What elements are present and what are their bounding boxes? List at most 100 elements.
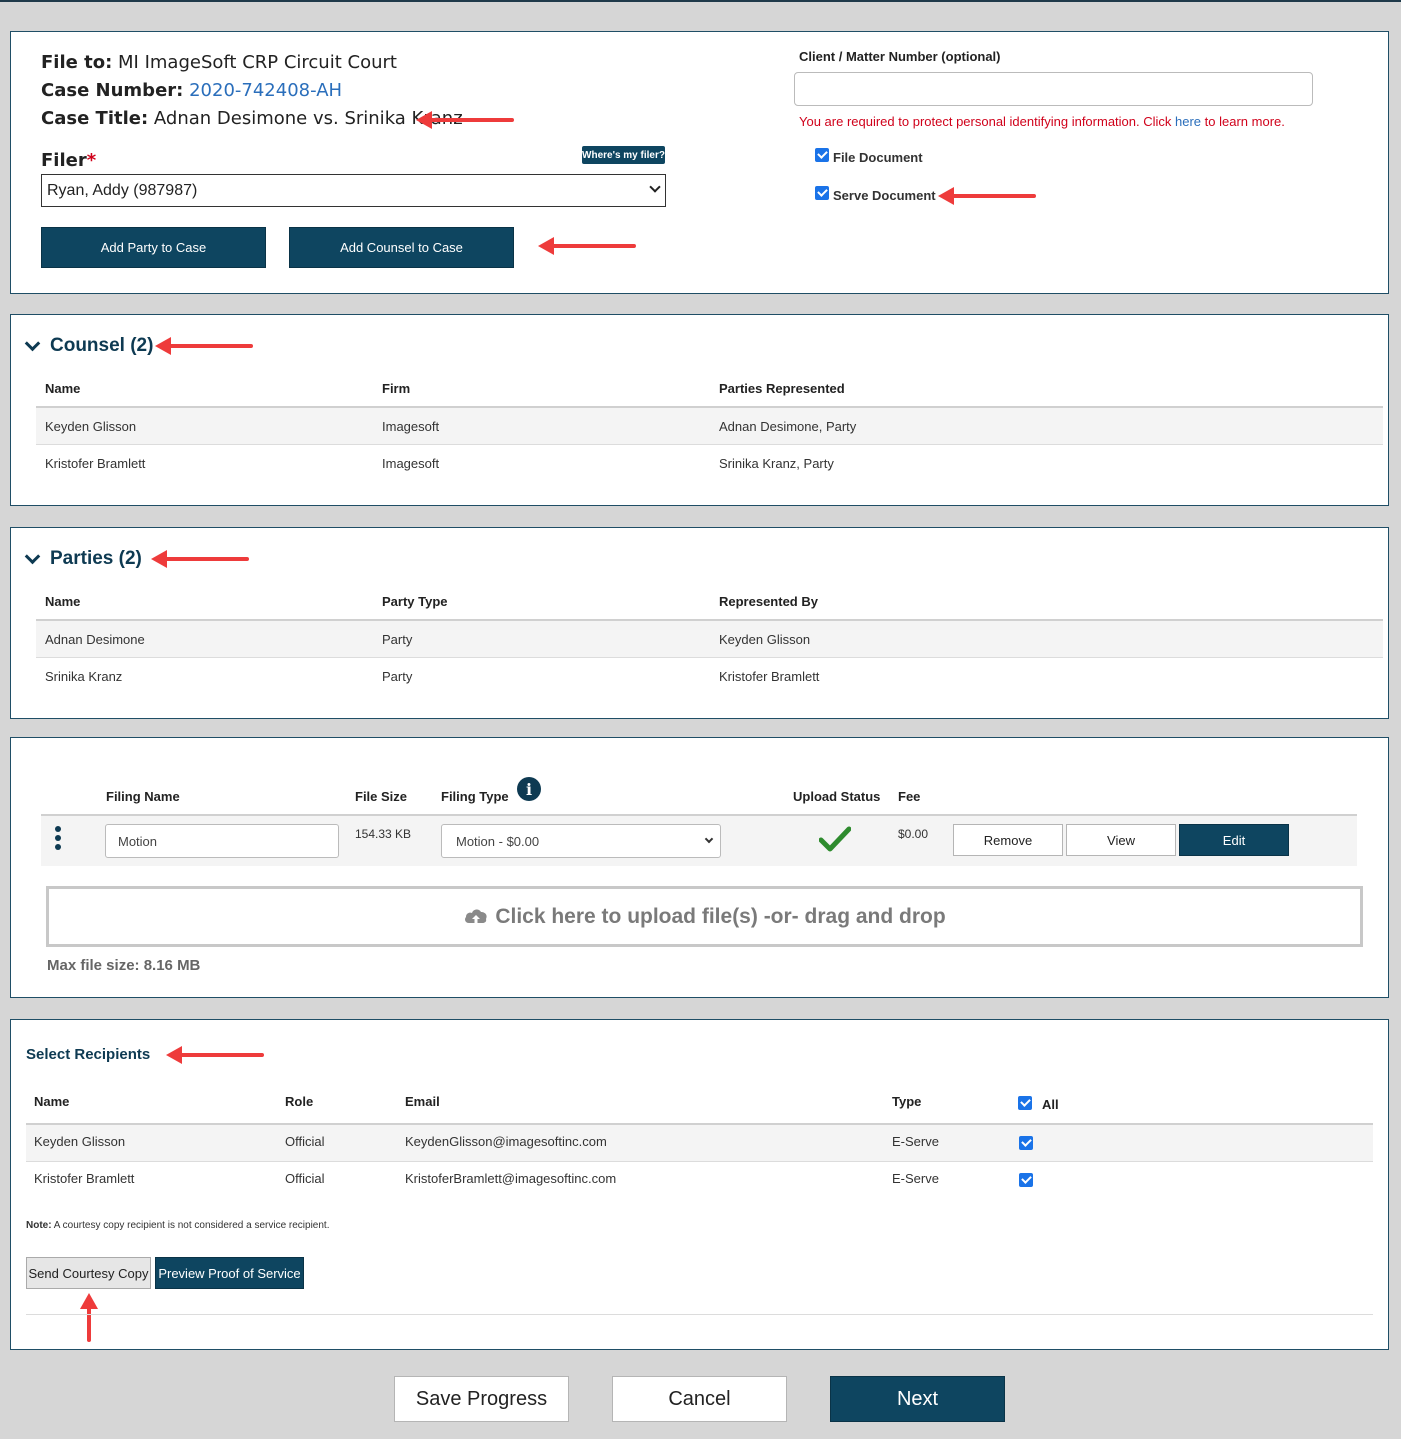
- select-all-checkbox[interactable]: [1018, 1096, 1032, 1110]
- table-row: [36, 621, 1383, 657]
- fee-value: $0.00: [898, 827, 929, 841]
- recipient-1-name: Keyden Glisson: [34, 1134, 126, 1149]
- parties-header-name: Name: [45, 594, 81, 609]
- note-label: Note:: [26, 1220, 52, 1231]
- file-to-label: File to:: [41, 52, 113, 73]
- case-title-label: Case Title:: [41, 108, 149, 129]
- counsel-title: Counsel (2): [50, 335, 154, 356]
- filer-select[interactable]: Ryan, Addy (987987): [41, 174, 666, 207]
- case-info-panel: File to: MI ImageSoft CRP Circuit Court …: [10, 31, 1389, 294]
- counsel-row-2-name: Kristofer Bramlett: [45, 456, 146, 471]
- pii-notice-pre: You are required to protect personal ide…: [799, 114, 1176, 129]
- filing-name-value: Motion: [118, 833, 158, 849]
- parties-row-2-type: Party: [382, 669, 413, 684]
- recipients-header-name: Name: [34, 1094, 70, 1109]
- courtesy-note: Note: A courtesy copy recipient is not c…: [26, 1220, 329, 1231]
- wheres-my-filer-button[interactable]: Where's my filer?: [582, 146, 665, 164]
- send-courtesy-copy-button[interactable]: Send Courtesy Copy: [26, 1257, 151, 1289]
- edit-button[interactable]: Edit: [1179, 824, 1289, 856]
- upload-prompt-text: Click here to upload file(s) -or- drag a…: [495, 904, 946, 928]
- divider: [26, 1314, 1373, 1315]
- serve-document-checkbox[interactable]: [815, 186, 829, 200]
- chevron-down-icon: [649, 181, 661, 193]
- chevron-down-icon: [24, 548, 41, 564]
- counsel-row-1-name: Keyden Glisson: [45, 419, 137, 434]
- client-matter-input[interactable]: [794, 72, 1313, 106]
- pii-notice: You are required to protect personal ide…: [799, 114, 1285, 129]
- chevron-down-icon: [704, 834, 714, 844]
- filer-select-value: Ryan, Addy (987987): [47, 181, 198, 199]
- counsel-row-2-parties: Srinika Kranz, Party: [719, 456, 834, 471]
- required-asterisk: *: [86, 150, 97, 171]
- recipients-header-type: Type: [892, 1094, 922, 1109]
- checkmark-icon: [819, 826, 851, 852]
- recipient-1-type: E-Serve: [892, 1134, 939, 1149]
- parties-row-1-represented: Keyden Glisson: [719, 632, 811, 647]
- parties-section-header[interactable]: Parties (2): [24, 548, 142, 570]
- preview-proof-button[interactable]: Preview Proof of Service: [155, 1257, 304, 1289]
- recipient-2-type: E-Serve: [892, 1171, 939, 1186]
- filing-type-select[interactable]: Motion - $0.00: [441, 824, 721, 858]
- serve-document-label: Serve Document: [833, 188, 936, 203]
- drag-handle-icon[interactable]: [55, 826, 61, 854]
- filer-label-text: Filer: [41, 150, 87, 171]
- fee-header: Fee: [898, 789, 921, 804]
- view-button[interactable]: View: [1066, 824, 1176, 856]
- case-number-line: Case Number: 2020-742408-AH: [41, 80, 342, 101]
- annotation-arrow-courtesy-copy: [80, 1293, 98, 1342]
- parties-panel: Parties (2) Name Party Type Represented …: [10, 527, 1389, 719]
- recipients-header-email: Email: [405, 1094, 440, 1109]
- case-title-line: Case Title: Adnan Desimone vs. Srinika K…: [41, 108, 463, 129]
- cancel-button[interactable]: Cancel: [612, 1376, 787, 1422]
- annotation-arrow-case-title: [416, 111, 514, 129]
- file-document-label: File Document: [833, 150, 923, 165]
- pii-here-link[interactable]: here: [1175, 114, 1201, 129]
- parties-row-1-type: Party: [382, 632, 413, 647]
- parties-row-2-represented: Kristofer Bramlett: [719, 669, 820, 684]
- recipients-title: Select Recipients: [26, 1046, 151, 1063]
- counsel-section-header[interactable]: Counsel (2): [24, 335, 154, 357]
- table-row: [36, 408, 1383, 444]
- recipients-header-role: Role: [285, 1094, 314, 1109]
- recipient-2-checkbox[interactable]: [1019, 1173, 1033, 1187]
- pii-notice-post: to learn more.: [1201, 114, 1285, 129]
- remove-button[interactable]: Remove: [953, 824, 1063, 856]
- add-counsel-button[interactable]: Add Counsel to Case: [289, 227, 514, 268]
- counsel-panel: Counsel (2) Name Firm Parties Represente…: [10, 314, 1389, 506]
- case-number-link[interactable]: 2020-742408-AH: [189, 80, 342, 101]
- divider: [26, 1161, 1373, 1162]
- filing-type-header: Filing Type: [441, 789, 509, 804]
- filing-name-header: Filing Name: [106, 789, 180, 804]
- counsel-header-firm: Firm: [382, 381, 411, 396]
- info-icon[interactable]: i: [517, 777, 541, 801]
- add-party-button[interactable]: Add Party to Case: [41, 227, 266, 268]
- annotation-arrow-recipients: [166, 1046, 264, 1064]
- max-file-size: Max file size: 8.16 MB: [47, 957, 201, 974]
- recipients-panel: Select Recipients Name Role Email Type A…: [10, 1019, 1389, 1350]
- recipient-1-checkbox[interactable]: [1019, 1136, 1033, 1150]
- parties-row-1-name: Adnan Desimone: [45, 632, 145, 647]
- chevron-down-icon: [24, 335, 41, 351]
- file-size-header: File Size: [355, 789, 408, 804]
- client-matter-label: Client / Matter Number (optional): [799, 49, 1001, 64]
- annotation-arrow-counsel: [155, 337, 253, 355]
- select-all-label: All: [1042, 1097, 1059, 1112]
- counsel-header-parties: Parties Represented: [719, 381, 845, 396]
- divider: [36, 657, 1383, 658]
- file-document-checkbox[interactable]: [815, 148, 829, 162]
- upload-status-header: Upload Status: [793, 789, 881, 804]
- filing-name-input[interactable]: Motion: [105, 824, 339, 858]
- next-button[interactable]: Next: [830, 1376, 1005, 1422]
- parties-row-2-name: Srinika Kranz: [45, 669, 123, 684]
- table-row: [26, 1125, 1373, 1161]
- annotation-arrow-add-counsel: [538, 237, 636, 255]
- annotation-arrow-parties: [151, 550, 249, 568]
- file-size-value: 154.33 KB: [355, 827, 412, 841]
- recipient-1-email: KeydenGlisson@imagesoftinc.com: [405, 1134, 607, 1149]
- annotation-arrow-serve-document: [938, 187, 1036, 205]
- recipient-1-role: Official: [285, 1134, 325, 1149]
- file-to-value: MI ImageSoft CRP Circuit Court: [118, 52, 397, 73]
- upload-dropzone[interactable]: Click here to upload file(s) -or- drag a…: [46, 886, 1363, 947]
- save-progress-button[interactable]: Save Progress: [394, 1376, 569, 1422]
- divider: [36, 444, 1383, 445]
